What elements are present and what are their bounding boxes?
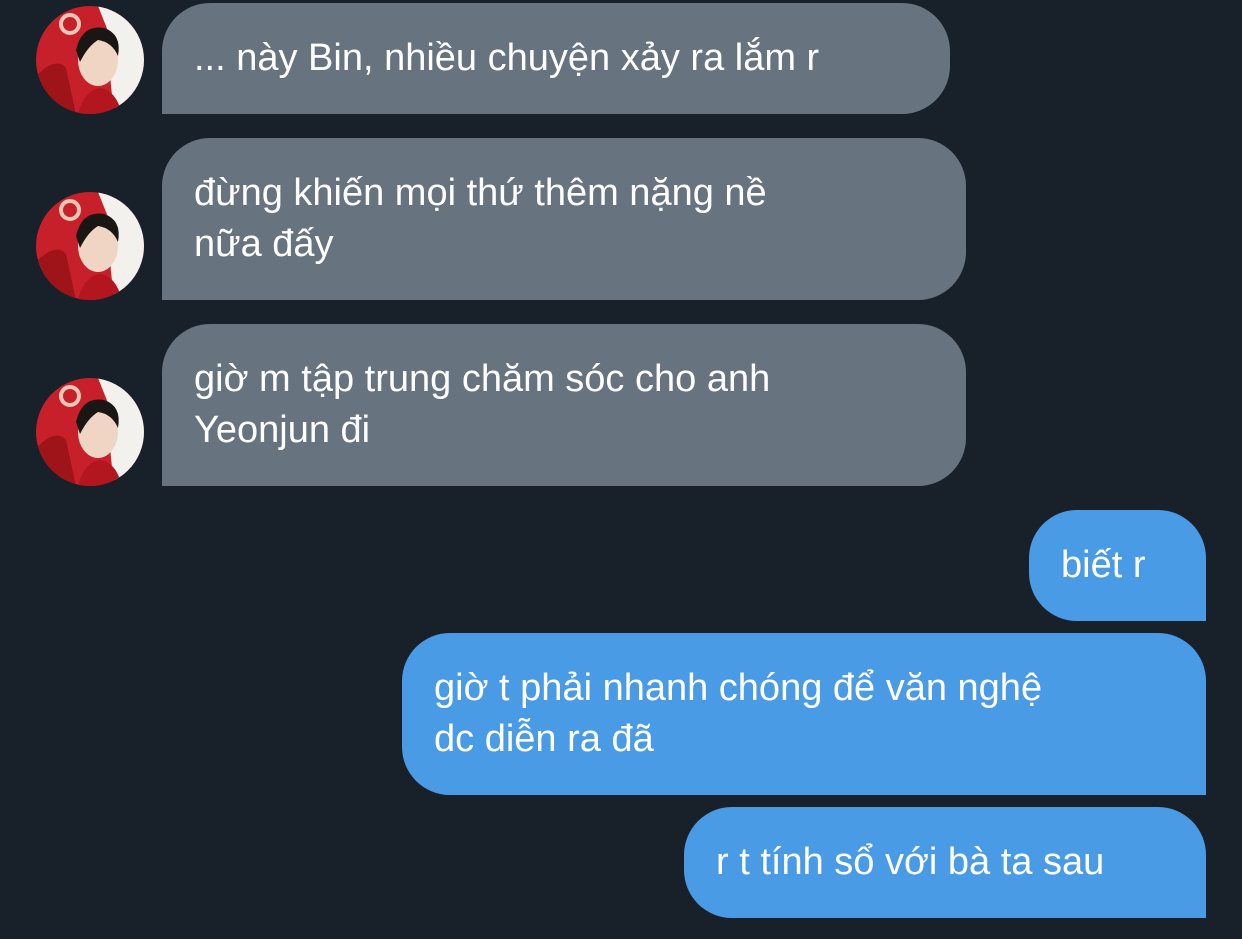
contact-avatar[interactable]: [36, 378, 144, 486]
contact-avatar[interactable]: [36, 6, 144, 114]
incoming-message[interactable]: đừng khiến mọi thứ thêm nặng nề nữa đấy: [162, 138, 966, 300]
avatar-photo-icon: [36, 6, 144, 114]
avatar-photo-icon: [36, 378, 144, 486]
outgoing-message[interactable]: r t tính sổ với bà ta sau: [684, 807, 1206, 918]
incoming-message[interactable]: ... này Bin, nhiều chuyện xảy ra lắm r: [162, 3, 950, 114]
incoming-message[interactable]: giờ m tập trung chăm sóc cho anh Yeonjun…: [162, 324, 966, 486]
avatar-photo-icon: [36, 192, 144, 300]
contact-avatar[interactable]: [36, 192, 144, 300]
outgoing-message[interactable]: biết r: [1029, 510, 1206, 621]
outgoing-message[interactable]: giờ t phải nhanh chóng để văn nghệ dc di…: [402, 633, 1206, 795]
